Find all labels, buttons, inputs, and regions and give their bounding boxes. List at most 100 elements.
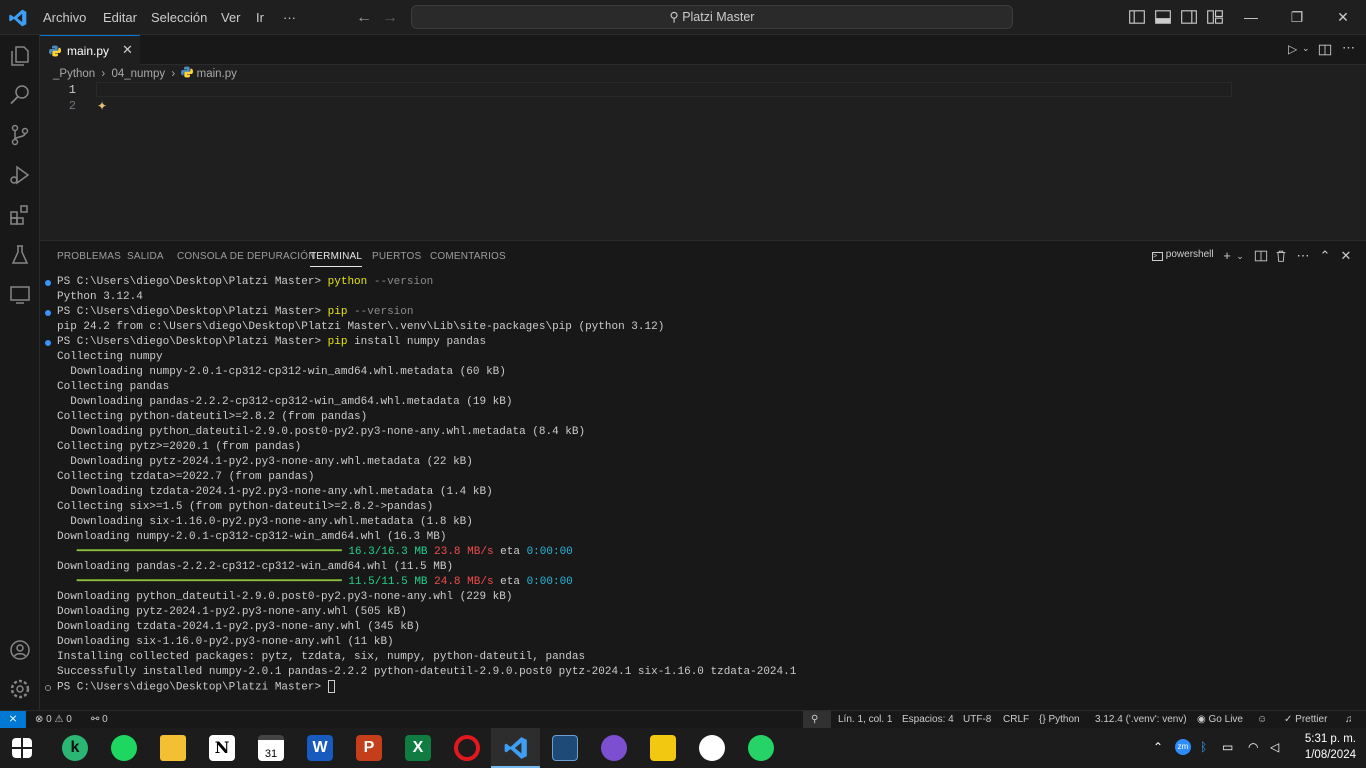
command-decoration-dot[interactable]	[45, 685, 51, 691]
forward-arrow-icon[interactable]: →	[382, 9, 398, 27]
encoding[interactable]: UTF-8	[963, 711, 991, 728]
slack-app-icon[interactable]	[699, 735, 725, 761]
code-editor[interactable]: 1 2 ✦	[40, 82, 1366, 239]
copilot-sparkle-icon[interactable]: ✦	[97, 99, 107, 114]
menu-ver[interactable]: Ver	[221, 0, 241, 35]
toggle-secondary-sidebar-icon[interactable]	[1180, 8, 1198, 26]
python-interpreter[interactable]: 3.12.4 ('.venv': venv)	[1095, 711, 1187, 728]
command-decoration-dot[interactable]	[45, 340, 51, 346]
bluetooth-icon[interactable]: ᛒ	[1200, 740, 1207, 754]
tab-salida[interactable]: SALIDA	[127, 251, 164, 262]
ports-indicator[interactable]: ⚯ 0	[91, 711, 108, 728]
remote-window-indicator[interactable]: ⨯	[0, 711, 26, 729]
settings-gear-icon[interactable]	[8, 677, 32, 701]
github-desktop-app-icon[interactable]	[601, 735, 627, 761]
word-app-icon[interactable]: W	[307, 735, 333, 761]
go-live-button[interactable]: ◉ Go Live	[1197, 711, 1243, 728]
breadcrumb-item-04-numpy[interactable]: 04_numpy	[111, 68, 165, 80]
powerpoint-app-icon[interactable]: P	[356, 735, 382, 761]
terminal-text: Downloading tzdata-2024.1-py2.py3-none-a…	[57, 486, 493, 498]
terminal-output[interactable]: PS C:\Users\diego\Desktop\Platzi Master>…	[40, 275, 1350, 705]
accounts-icon[interactable]	[8, 638, 32, 662]
menu-archivo[interactable]: Archivo	[43, 0, 86, 35]
tab-terminal[interactable]: TERMINAL	[310, 251, 363, 267]
remote-explorer-icon[interactable]	[8, 283, 32, 307]
notifications-bell-icon[interactable]: ♫	[1345, 711, 1353, 728]
close-panel-icon[interactable]: ✕	[1339, 249, 1353, 263]
tab-comentarios[interactable]: COMENTARIOS	[430, 251, 506, 262]
power-bi-app-icon[interactable]	[650, 735, 676, 761]
prettier-indicator[interactable]: ✓ Prettier	[1284, 711, 1327, 728]
terminal-line: Downloading numpy-2.0.1-cp312-cp312-win_…	[57, 365, 506, 380]
problems-indicator[interactable]: ⊗ 0 ⚠ 0	[35, 711, 72, 728]
close-button[interactable]: ✕	[1320, 0, 1366, 35]
command-center-search[interactable]: ⚲ Platzi Master	[411, 5, 1013, 29]
run-debug-icon[interactable]	[8, 163, 32, 187]
minimize-button[interactable]: —	[1228, 0, 1274, 35]
tab-main-py[interactable]: main.py ✕	[40, 35, 140, 65]
copilot-icon[interactable]: ☺	[1257, 711, 1267, 728]
command-decoration-dot[interactable]	[45, 310, 51, 316]
breadcrumb-item-python[interactable]: _Python	[53, 68, 95, 80]
maximize-panel-chevron-up-icon[interactable]: ⌃	[1318, 249, 1332, 263]
zoom-tray-icon[interactable]: zm	[1175, 739, 1191, 755]
search-icon[interactable]	[8, 83, 32, 107]
breadcrumb-item-main-py[interactable]: main.py	[197, 68, 237, 80]
toggle-panel-icon[interactable]	[1154, 8, 1172, 26]
opera-app-icon[interactable]	[454, 735, 480, 761]
wifi-icon[interactable]: ◠	[1248, 740, 1258, 754]
whatsapp-app-icon[interactable]	[748, 735, 774, 761]
terminal-text: ━━━━━━━━━━━━━━━━━━━━━━━━━━━━━━━━━━━━━━━━	[57, 576, 349, 588]
menu-editar[interactable]: Editar	[103, 0, 137, 35]
menu-more[interactable]: ···	[283, 0, 296, 35]
terminal-shell-selector[interactable]: > powershell	[1152, 249, 1214, 261]
language-mode[interactable]: {} Python	[1039, 711, 1080, 728]
restore-button[interactable]: ❐	[1274, 0, 1320, 35]
kill-terminal-trash-icon[interactable]	[1274, 249, 1288, 263]
explorer-icon[interactable]	[8, 44, 32, 68]
tab-problemas[interactable]: PROBLEMAS	[57, 251, 121, 262]
zoom-indicator[interactable]: ⚲	[803, 711, 831, 729]
battery-icon[interactable]: ▭	[1222, 740, 1233, 754]
terminal-dropdown-chevron-icon[interactable]: ⌄	[1233, 249, 1247, 263]
indentation[interactable]: Espacios: 4	[902, 711, 954, 728]
show-hidden-icons-chevron-icon[interactable]: ⌃	[1153, 740, 1163, 754]
terminal-line: pip 24.2 from c:\Users\diego\Desktop\Pla…	[57, 320, 664, 335]
title-bar: Archivo Editar Selección Ver Ir ··· ← → …	[0, 0, 1366, 35]
system-clock[interactable]: 5:31 p. m. 1/08/2024	[1290, 731, 1356, 763]
tab-puertos[interactable]: PUERTOS	[372, 251, 421, 262]
extensions-icon[interactable]	[8, 203, 32, 227]
command-decoration-dot[interactable]	[45, 280, 51, 286]
vscode-app-icon[interactable]	[503, 735, 529, 761]
terminal-line: Downloading pytz-2024.1-py2.py3-none-any…	[57, 455, 473, 470]
excel-app-icon[interactable]: X	[405, 735, 431, 761]
file-explorer-app-icon[interactable]	[160, 735, 186, 761]
testing-icon[interactable]	[8, 243, 32, 267]
split-editor-icon[interactable]	[1318, 43, 1332, 57]
back-arrow-icon[interactable]: ←	[356, 9, 372, 27]
end-of-line[interactable]: CRLF	[1003, 711, 1029, 728]
panel-more-actions-icon[interactable]: ⋯	[1296, 249, 1310, 263]
split-terminal-icon[interactable]	[1254, 249, 1268, 263]
editor-more-actions-icon[interactable]: ⋯	[1342, 40, 1355, 56]
tab-consola-depuracion[interactable]: CONSOLA DE DEPURACIÓN	[177, 251, 316, 262]
vscode-logo-icon[interactable]	[8, 8, 28, 28]
kaspersky-app-icon[interactable]: k	[62, 735, 88, 761]
sql-developer-app-icon[interactable]	[552, 735, 578, 761]
cursor-position[interactable]: Lín. 1, col. 1	[838, 711, 892, 728]
windows-start-icon[interactable]	[12, 738, 32, 758]
customize-layout-icon[interactable]	[1206, 8, 1224, 26]
menu-ir[interactable]: Ir	[256, 0, 264, 35]
run-python-file-icon[interactable]: ▷	[1288, 42, 1297, 56]
volume-icon[interactable]: ◁	[1270, 740, 1279, 754]
run-dropdown-chevron-icon[interactable]: ⌄	[1302, 43, 1310, 54]
notion-app-icon[interactable]: N	[209, 735, 235, 761]
tab-close-icon[interactable]: ✕	[122, 42, 133, 58]
new-terminal-plus-icon[interactable]: +	[1220, 249, 1234, 263]
spotify-app-icon[interactable]	[111, 735, 137, 761]
calendar-app-icon[interactable]: 31	[258, 735, 284, 761]
source-control-icon[interactable]	[8, 123, 32, 147]
command-center-label: Platzi Master	[682, 10, 755, 24]
menu-seleccion[interactable]: Selección	[151, 0, 207, 35]
toggle-primary-sidebar-icon[interactable]	[1128, 8, 1146, 26]
